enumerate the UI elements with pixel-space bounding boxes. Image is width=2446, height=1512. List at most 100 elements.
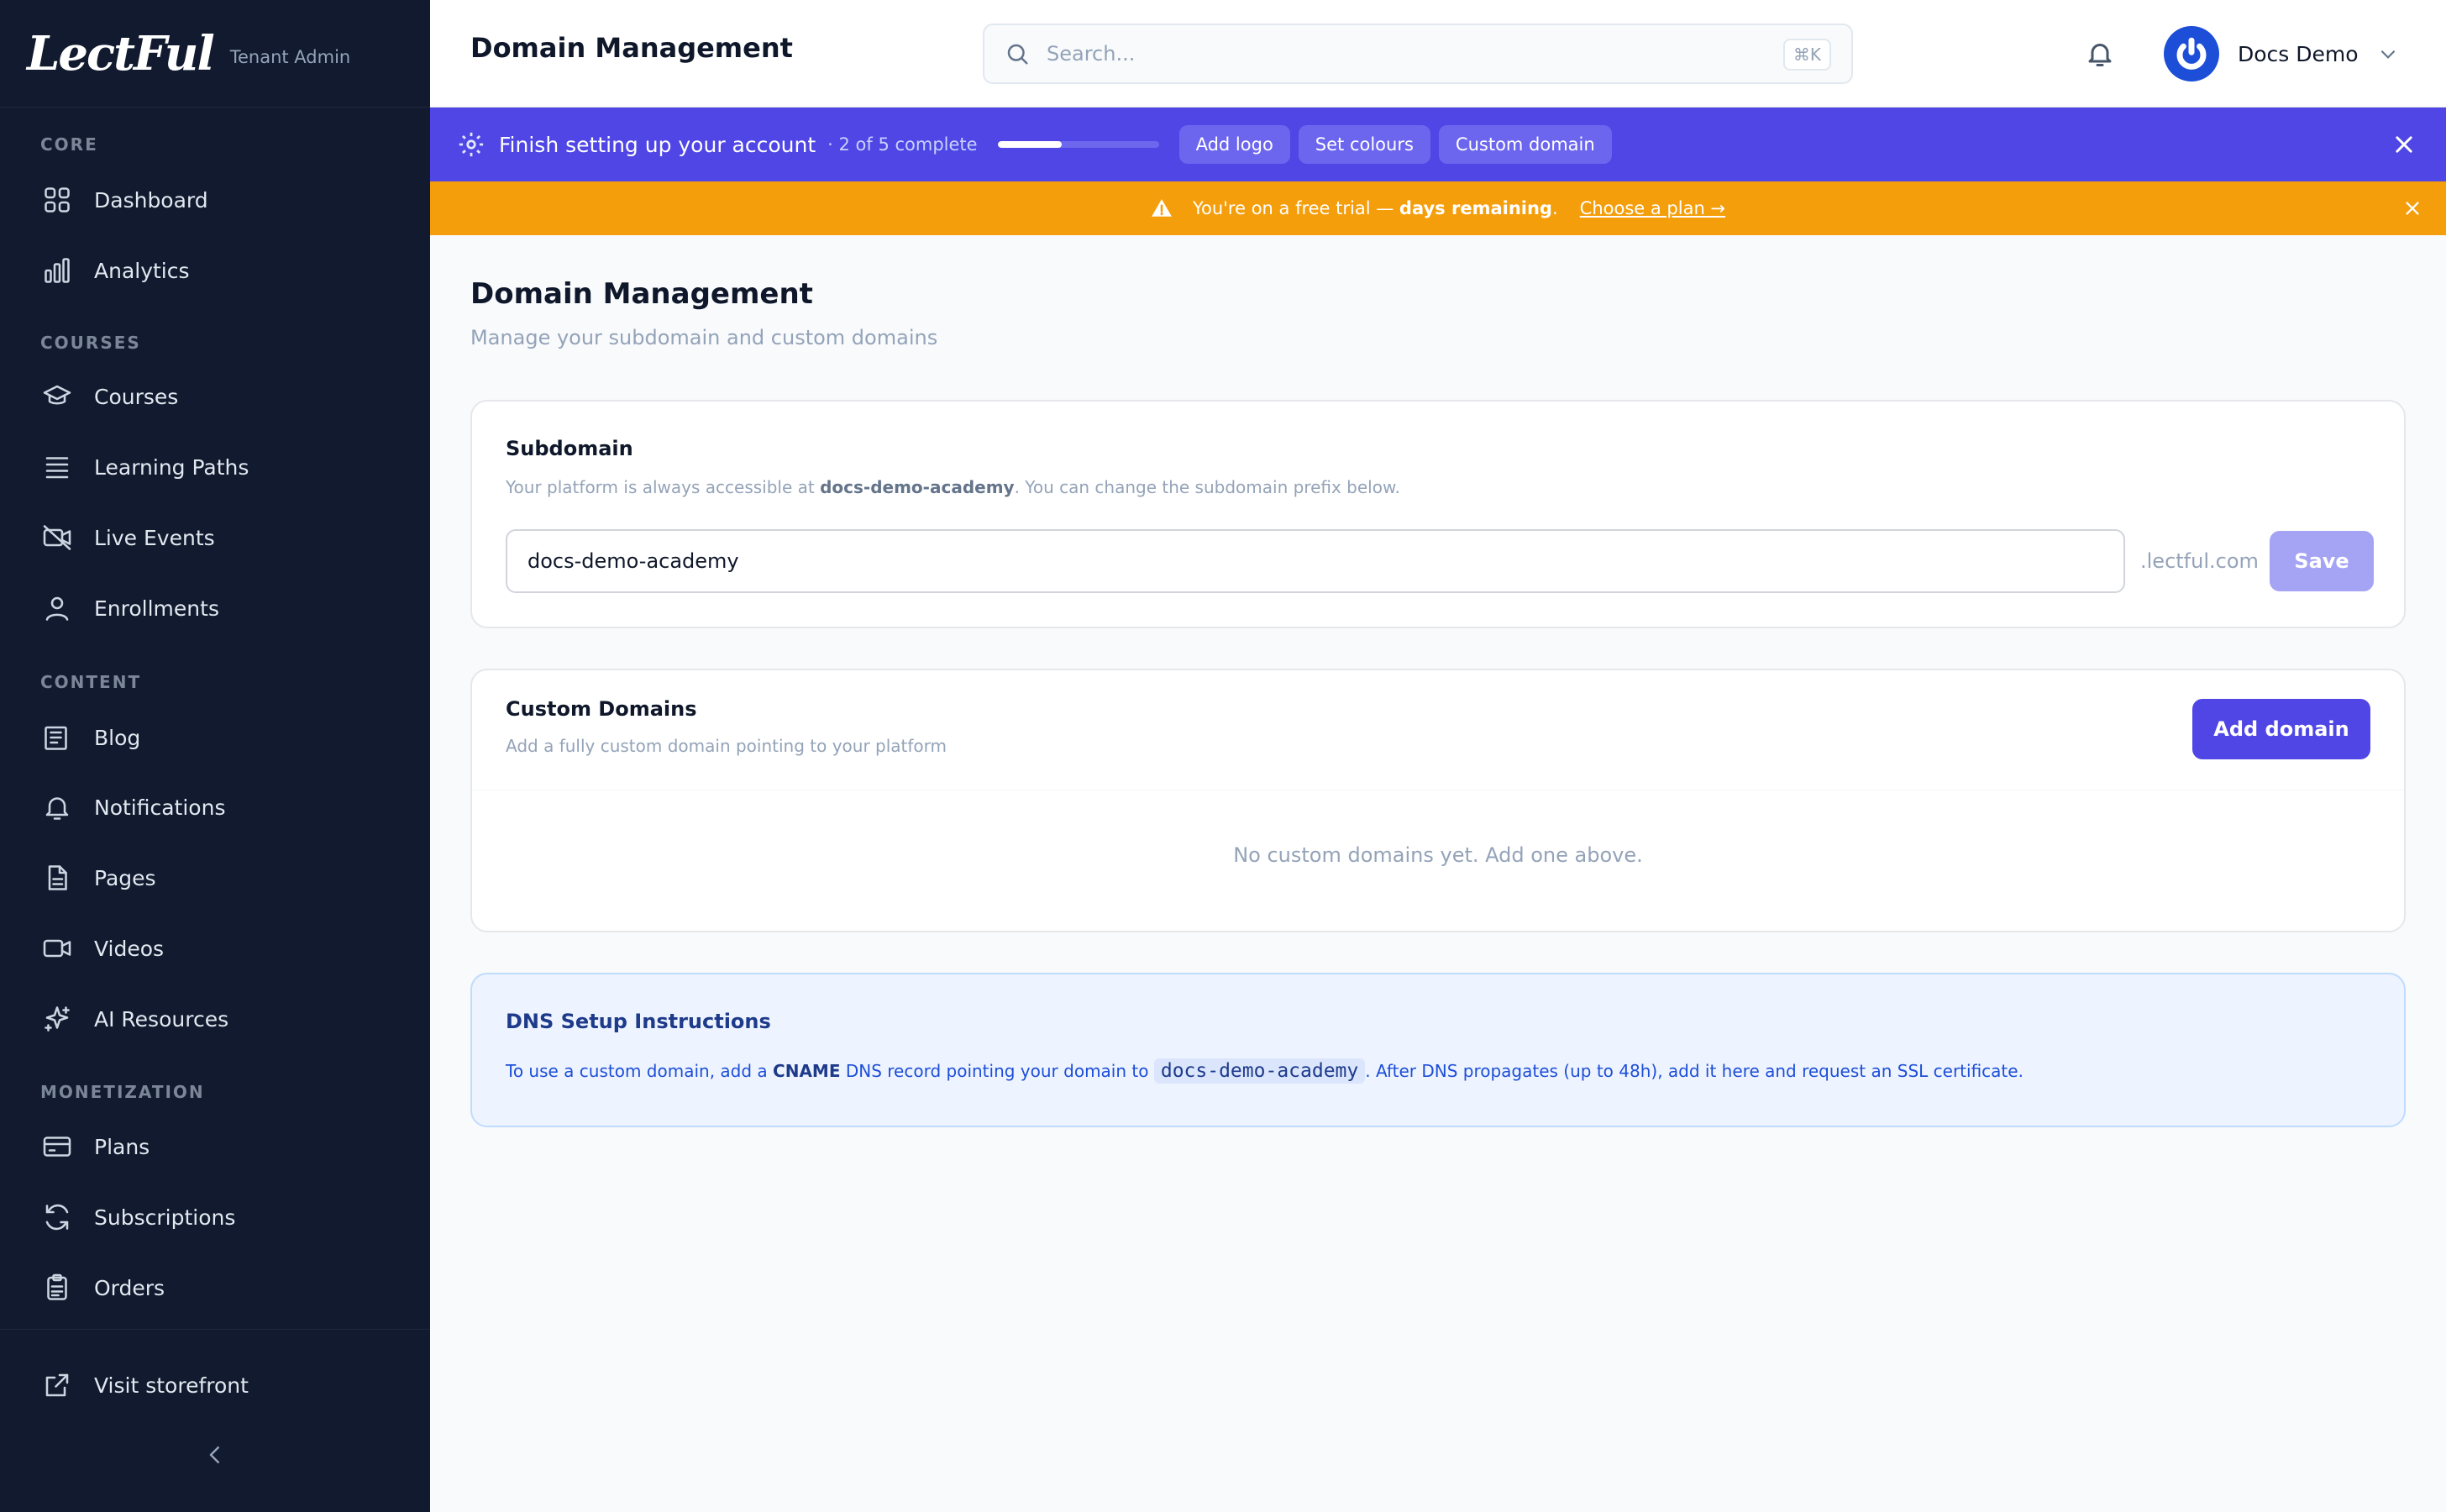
setup-count: · 2 of 5 complete xyxy=(827,134,978,155)
empty-state: No custom domains yet. Add one above. xyxy=(1233,843,1643,867)
add-logo-chip[interactable]: Add logo xyxy=(1178,125,1290,164)
custom-domain-chip[interactable]: Custom domain xyxy=(1438,125,1612,164)
bar-chart-icon xyxy=(40,254,74,287)
sidebar-item-enrollments[interactable]: Enrollments xyxy=(40,585,393,632)
search-input[interactable] xyxy=(1047,42,1735,66)
sidebar-item-label: Courses xyxy=(94,384,179,409)
section-label-core: CORE xyxy=(40,134,98,155)
trial-text: You're on a free trial — days remaining. xyxy=(1193,198,1558,218)
close-trial-banner-button[interactable] xyxy=(2401,197,2424,220)
refresh-icon xyxy=(40,1200,74,1234)
trial-banner: You're on a free trial — days remaining.… xyxy=(430,181,2446,235)
sidebar-item-label: Videos xyxy=(94,936,165,961)
dns-record-type: CNAME xyxy=(773,1061,841,1081)
section-label-content: CONTENT xyxy=(40,672,142,692)
dns-instructions: To use a custom domain, add a CNAME DNS … xyxy=(506,1058,2023,1084)
credit-card-icon xyxy=(40,1130,74,1163)
dns-instructions-card: DNS Setup Instructions To use a custom d… xyxy=(470,973,2406,1127)
external-link-icon xyxy=(40,1368,74,1402)
user-icon xyxy=(40,591,74,625)
custom-domains-description: Add a fully custom domain pointing to yo… xyxy=(506,736,947,756)
sidebar-item-analytics[interactable]: Analytics xyxy=(40,247,393,294)
subdomain-card: Subdomain Your platform is always access… xyxy=(470,400,2406,628)
subdomain-description: Your platform is always accessible at do… xyxy=(506,477,1400,497)
setup-title: Finish setting up your account xyxy=(499,132,816,157)
sidebar-item-label: Plans xyxy=(94,1134,150,1159)
sidebar-item-videos[interactable]: Videos xyxy=(40,925,393,972)
video-icon xyxy=(40,932,74,965)
dns-text-3: . After DNS propagates (up to 48h), add … xyxy=(1365,1061,2023,1081)
bell-icon xyxy=(2088,44,2112,66)
warning-icon xyxy=(1151,197,1173,219)
sidebar-item-label: Subscriptions xyxy=(94,1205,236,1230)
sidebar-item-blog[interactable]: Blog xyxy=(40,714,393,761)
trial-days: days remaining xyxy=(1399,198,1552,218)
sidebar: LectFul Tenant Admin CORE Dashboard Anal… xyxy=(0,0,430,1512)
file-icon xyxy=(40,861,74,895)
search-icon xyxy=(1007,44,1028,65)
dns-text-1: To use a custom domain, add a xyxy=(506,1061,768,1081)
graduation-cap-icon xyxy=(40,380,74,413)
subdomain-title: Subdomain xyxy=(506,437,633,460)
add-domain-button[interactable]: Add domain xyxy=(2192,699,2370,759)
chevron-left-icon xyxy=(209,1446,219,1463)
sidebar-item-courses[interactable]: Courses xyxy=(40,373,393,420)
newspaper-icon xyxy=(40,721,74,754)
subdomain-current: docs-demo-academy xyxy=(820,477,1015,497)
close-setup-banner-button[interactable] xyxy=(2389,129,2419,160)
save-button[interactable]: Save xyxy=(2270,531,2374,591)
section-label-courses: COURSES xyxy=(40,333,141,353)
sidebar-item-notifications[interactable]: Notifications xyxy=(40,784,393,831)
sidebar-item-subscriptions[interactable]: Subscriptions xyxy=(40,1194,393,1241)
grid-icon xyxy=(40,183,74,217)
notifications-button[interactable] xyxy=(2081,35,2118,72)
sidebar-item-live-events[interactable]: Live Events xyxy=(40,514,393,561)
collapse-sidebar-button[interactable] xyxy=(198,1438,232,1472)
custom-domains-title: Custom Domains xyxy=(506,697,697,721)
sidebar-item-label: Analytics xyxy=(94,258,190,283)
sidebar-item-orders[interactable]: Orders xyxy=(40,1264,393,1311)
user-menu[interactable]: Docs Demo xyxy=(2164,25,2399,82)
logo[interactable]: LectFul xyxy=(27,26,215,81)
sidebar-item-ai-resources[interactable]: AI Resources xyxy=(40,995,393,1042)
dns-title: DNS Setup Instructions xyxy=(506,1010,771,1033)
close-icon xyxy=(2396,136,2412,153)
chevron-down-icon xyxy=(2380,50,2395,59)
sidebar-item-learning-paths[interactable]: Learning Paths xyxy=(40,444,393,491)
subdomain-desc-suffix: . You can change the subdomain prefix be… xyxy=(1014,477,1400,497)
avatar xyxy=(2164,26,2219,81)
sidebar-item-label: Dashboard xyxy=(94,187,208,213)
user-name: Docs Demo xyxy=(2238,41,2359,66)
visit-storefront-label: Visit storefront xyxy=(94,1373,249,1398)
set-colours-chip[interactable]: Set colours xyxy=(1298,125,1430,164)
setup-progress-bar xyxy=(997,141,1159,148)
sparkles-icon xyxy=(40,1002,74,1036)
power-icon xyxy=(2176,37,2207,70)
choose-plan-link[interactable]: Choose a plan → xyxy=(1580,198,1725,218)
close-icon xyxy=(2406,202,2419,215)
custom-domains-card: Custom Domains Add a fully custom domain… xyxy=(470,669,2406,932)
search-box[interactable]: ⌘K xyxy=(983,24,1853,84)
sidebar-item-label: AI Resources xyxy=(94,1006,229,1032)
sidebar-item-dashboard[interactable]: Dashboard xyxy=(40,176,393,223)
dns-text-2: DNS record pointing your domain to xyxy=(845,1061,1149,1081)
sidebar-item-pages[interactable]: Pages xyxy=(40,854,393,901)
page-title: Domain Management xyxy=(470,277,813,311)
page-subtitle: Manage your subdomain and custom domains xyxy=(470,326,938,349)
subdomain-input[interactable] xyxy=(506,529,2125,593)
dns-target: docs-demo-academy xyxy=(1153,1058,1366,1084)
video-off-icon xyxy=(40,521,74,554)
setup-banner: Finish setting up your account · 2 of 5 … xyxy=(430,108,2446,181)
sidebar-item-label: Orders xyxy=(94,1275,165,1300)
sidebar-item-label: Pages xyxy=(94,865,156,890)
clipboard-icon xyxy=(40,1271,74,1305)
tenant-label: Tenant Admin xyxy=(229,46,351,67)
visit-storefront-link[interactable]: Visit storefront xyxy=(40,1362,393,1409)
sidebar-item-label: Learning Paths xyxy=(94,454,249,480)
gear-icon xyxy=(457,130,486,159)
header-title: Domain Management xyxy=(470,32,793,64)
brand: LectFul Tenant Admin xyxy=(0,0,430,108)
search-shortcut: ⌘K xyxy=(1782,39,1831,71)
sidebar-item-plans[interactable]: Plans xyxy=(40,1123,393,1170)
list-icon xyxy=(40,450,74,484)
